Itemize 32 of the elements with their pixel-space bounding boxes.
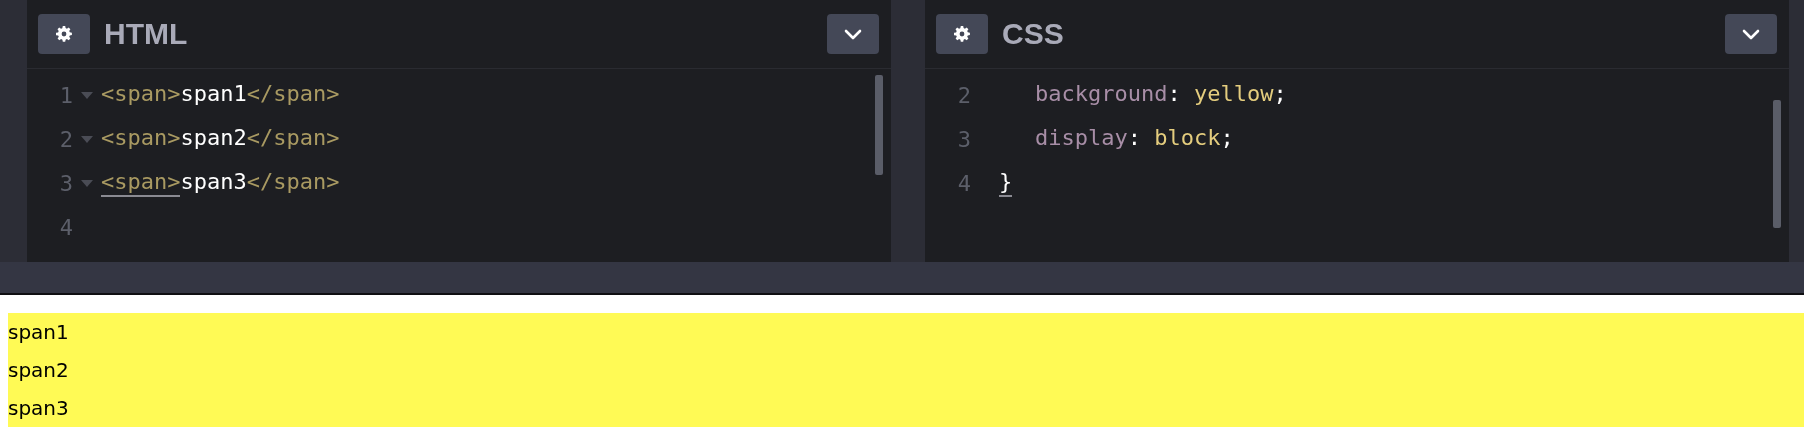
code-line: <span>span1</span>: [101, 81, 340, 108]
line-number: 4: [58, 214, 73, 240]
line-number: 3: [956, 126, 971, 152]
fold-arrow-icon[interactable]: [81, 91, 93, 99]
dropdown-button[interactable]: [827, 14, 879, 54]
code-line: }: [999, 169, 1013, 197]
scrollbar[interactable]: [875, 75, 883, 175]
panel-title: CSS: [1002, 17, 1064, 51]
output-text: span3: [8, 395, 70, 422]
chevron-down-icon: [844, 28, 862, 40]
output-text: span2: [8, 357, 70, 384]
chevron-down-icon: [1742, 28, 1760, 40]
code-line: display: block;: [1034, 125, 1234, 152]
settings-button[interactable]: [936, 14, 988, 54]
settings-icon: [954, 26, 970, 42]
resize-bar[interactable]: [0, 262, 1804, 295]
output-text: span1: [8, 319, 70, 346]
code-line: <span>span3</span>: [101, 169, 340, 197]
line-number: 2: [58, 126, 73, 152]
panel-title: HTML: [104, 17, 188, 51]
settings-button[interactable]: [38, 14, 90, 54]
dropdown-button[interactable]: [1725, 14, 1777, 54]
scrollbar[interactable]: [1773, 100, 1781, 228]
line-number: 4: [956, 170, 971, 196]
line-number: 3: [58, 170, 73, 196]
fold-arrow-icon[interactable]: [81, 135, 93, 143]
settings-icon: [56, 26, 72, 42]
line-number: 2: [956, 82, 971, 108]
code-line: <span>span2</span>: [101, 125, 340, 152]
fold-arrow-icon[interactable]: [81, 179, 93, 187]
code-line: background: yellow;: [1034, 81, 1287, 108]
line-number: 1: [58, 82, 73, 108]
